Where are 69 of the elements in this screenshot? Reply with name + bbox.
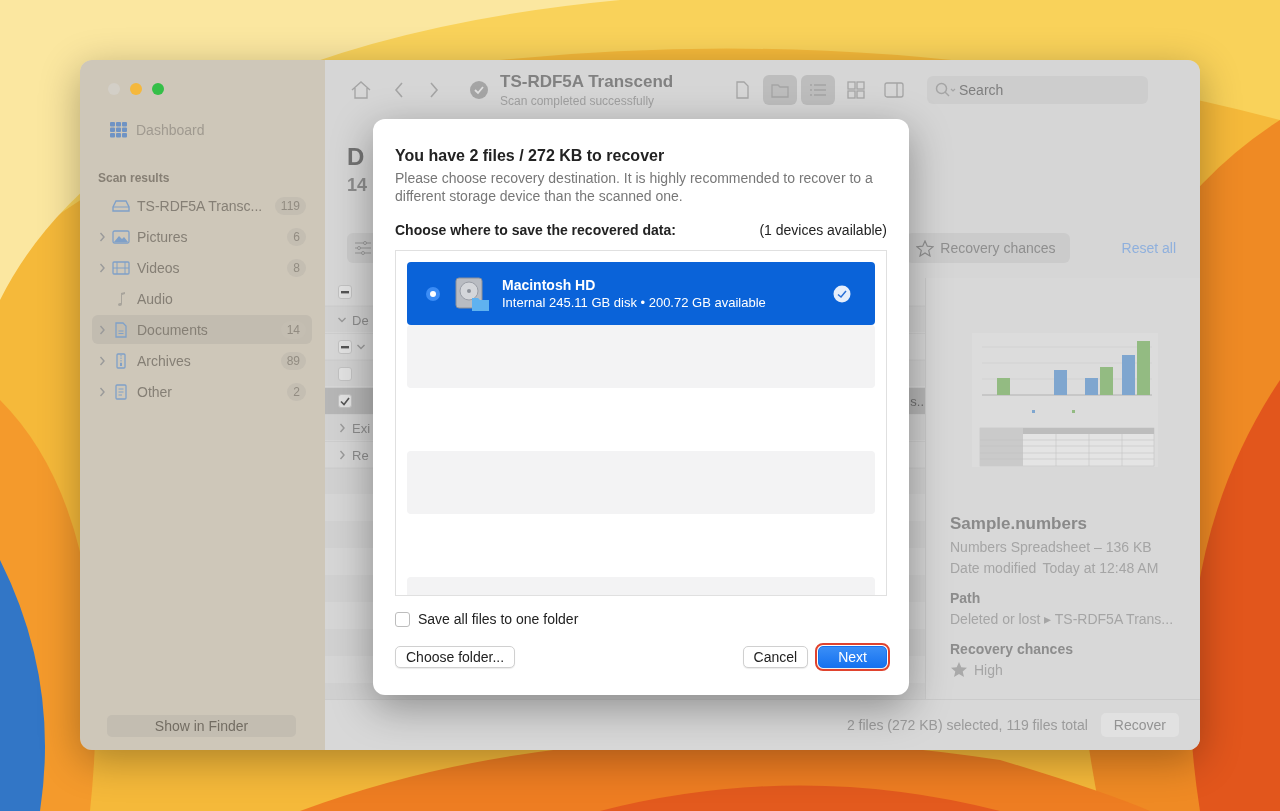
checkbox[interactable]	[338, 367, 352, 381]
minus-icon	[341, 290, 349, 294]
group-label: Re	[352, 447, 369, 463]
grid-view-icon	[846, 80, 866, 100]
chevron-icon[interactable]	[98, 262, 106, 273]
group-label: Exi	[352, 420, 371, 436]
document-icon	[112, 321, 130, 338]
sidebar-icon	[884, 80, 904, 100]
chevron-icon[interactable]	[98, 324, 106, 335]
file-count: 14	[347, 175, 368, 197]
primary-button[interactable]: Next	[818, 646, 887, 668]
section-title: Scan results	[98, 171, 171, 185]
radio-button[interactable]	[426, 286, 440, 301]
dialog-message: Please choose recovery destination. It is highly recommended to recover to a different storage device than the scanned one.	[395, 169, 874, 205]
recovery-chances-filter[interactable]: Recovery chances	[906, 233, 1070, 263]
reset-all-link[interactable]: Reset all	[1121, 240, 1176, 256]
dialog-button[interactable]: Choose folder...	[395, 646, 516, 668]
devices-available: (1 devices available)	[759, 222, 887, 238]
minimize-button[interactable]	[130, 83, 142, 95]
page-heading: D	[347, 143, 365, 171]
zoom-button[interactable]	[152, 83, 164, 95]
check-circle-icon	[470, 81, 488, 99]
checkbox[interactable]	[338, 340, 352, 354]
view-button[interactable]	[801, 75, 835, 105]
star-icon	[950, 661, 968, 678]
destination-prompt: Choose where to save the recovered data:	[395, 222, 676, 238]
selection-summary: 2 files (272 KB) selected, 119 files total	[846, 717, 1088, 733]
chevron-icon[interactable]	[98, 355, 106, 366]
home-icon[interactable]	[350, 80, 372, 100]
recover-button[interactable]: Recover	[1100, 713, 1179, 737]
checkbox-label: Save all files to one folder	[418, 611, 579, 627]
file-name: Sample.numbers	[950, 514, 1088, 534]
chevron-icon[interactable]	[98, 386, 106, 397]
chevron-icon[interactable]	[338, 315, 346, 325]
file-name: s..	[910, 393, 924, 409]
window-title: TS-RDF5A Transcend	[500, 72, 675, 92]
star-icon	[916, 239, 935, 257]
search-field[interactable]: Search	[927, 76, 1148, 104]
recovery-chances-label: Recovery chances	[950, 641, 1074, 657]
image-icon	[112, 229, 130, 244]
drive-icon	[112, 198, 130, 213]
film-icon	[112, 260, 130, 275]
device-name: Macintosh HD	[502, 277, 597, 293]
checkmark-icon	[340, 396, 350, 406]
forward-icon[interactable]	[429, 82, 439, 98]
show-in-finder-button[interactable]: Show in Finder	[107, 715, 296, 737]
dialog-button[interactable]: Cancel	[742, 646, 809, 668]
device-row[interactable]: Macintosh HD Internal 245.11 GB disk • 200.72 GB available	[407, 262, 875, 325]
path-label: Path	[950, 590, 982, 606]
checkbox[interactable]	[395, 611, 410, 627]
search-icon	[935, 82, 957, 98]
device-details: Internal 245.11 GB disk • 200.72 GB available	[502, 295, 767, 310]
checkbox[interactable]	[338, 394, 352, 408]
checkbox[interactable]	[338, 285, 352, 299]
hard-drive-icon	[454, 275, 490, 312]
sidebar-item[interactable]: Audio	[92, 284, 312, 313]
grid-icon	[110, 122, 128, 138]
chevron-icon[interactable]	[357, 342, 365, 352]
minus-icon	[341, 345, 349, 349]
chevron-icon[interactable]	[338, 423, 346, 433]
document-icon	[112, 383, 130, 400]
chevron-icon[interactable]	[98, 231, 106, 242]
chevron-icon[interactable]	[338, 450, 346, 460]
sliders-icon	[354, 241, 372, 255]
check-circle-icon	[833, 284, 851, 303]
dialog-title: You have 2 files / 272 KB to recover	[395, 147, 666, 165]
view-button[interactable]	[763, 75, 797, 105]
back-icon[interactable]	[394, 82, 404, 98]
group-label: De	[352, 312, 369, 328]
